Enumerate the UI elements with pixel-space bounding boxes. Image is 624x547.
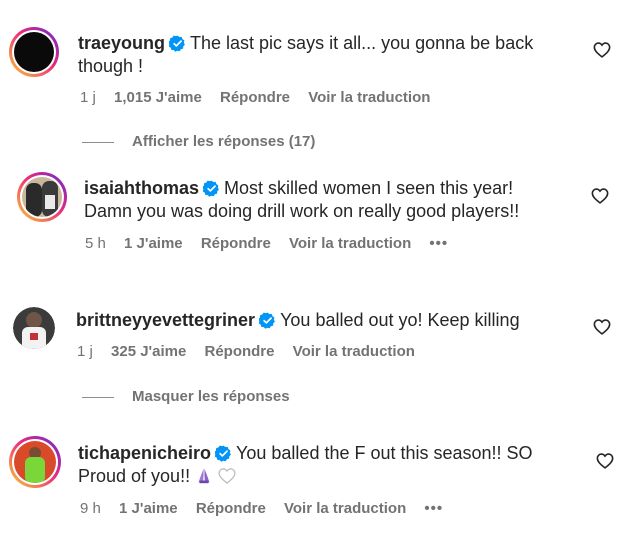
reply-button[interactable]: Répondre [220, 89, 290, 106]
username[interactable]: brittneyyevettegriner [76, 310, 255, 330]
likes-count[interactable]: 325 J'aime [111, 343, 186, 360]
verified-badge-icon [203, 180, 219, 197]
username[interactable]: isaiahthomas [84, 178, 199, 198]
avatar[interactable] [9, 436, 61, 488]
translate-button[interactable]: Voir la traduction [308, 89, 430, 106]
comment-tichapenicheiro: tichapenicheiro You balled the F out this… [0, 430, 624, 547]
heart-outline-icon[interactable] [591, 188, 609, 204]
hide-replies-label[interactable]: Masquer les réponses [132, 388, 290, 405]
comment-meta: 9 h 1 J'aime Répondre Voir la traduction… [80, 500, 457, 517]
timestamp: 5 h [85, 235, 106, 252]
verified-badge-icon [259, 312, 275, 329]
comment-meta: 1 j 1,015 J'aime Répondre Voir la traduc… [80, 89, 444, 106]
more-options-button[interactable]: ••• [429, 235, 448, 252]
heart-outline-icon[interactable] [593, 319, 611, 335]
divider-line [82, 141, 114, 143]
username[interactable]: traeyoung [78, 33, 165, 53]
comment-isaiahthomas: isaiahthomas Most skilled women I seen th… [0, 160, 624, 280]
show-replies-button[interactable]: Afficher les réponses (17) [82, 133, 315, 150]
reply-button[interactable]: Répondre [201, 235, 271, 252]
verified-badge-icon [169, 35, 185, 52]
timestamp: 9 h [80, 500, 101, 517]
comment-meta: 5 h 1 J'aime Répondre Voir la traduction… [85, 235, 462, 252]
avatar[interactable] [17, 172, 67, 222]
translate-button[interactable]: Voir la traduction [284, 500, 406, 517]
reply-button[interactable]: Répondre [204, 343, 274, 360]
comment-text: You balled out yo! Keep killing [280, 310, 520, 330]
heart-outline-icon[interactable] [593, 42, 611, 58]
avatar[interactable] [9, 27, 59, 77]
likes-count[interactable]: 1,015 J'aime [114, 89, 202, 106]
reply-button[interactable]: Répondre [196, 500, 266, 517]
comment-body: isaiahthomas Most skilled women I seen th… [84, 177, 559, 223]
comment-body: brittneyyevettegriner You balled out yo! … [76, 309, 576, 332]
verified-badge-icon [215, 445, 231, 462]
translate-button[interactable]: Voir la traduction [293, 343, 415, 360]
white-heart-emoji-icon [218, 468, 236, 484]
username[interactable]: tichapenicheiro [78, 443, 211, 463]
comment-traeyoung: traeyoung The last pic says it all... you… [0, 0, 624, 120]
comment-meta: 1 j 325 J'aime Répondre Voir la traducti… [77, 343, 429, 360]
avatar[interactable] [13, 307, 55, 349]
show-replies-label[interactable]: Afficher les réponses (17) [132, 133, 315, 150]
comment-body: traeyoung The last pic says it all... you… [78, 32, 538, 78]
timestamp: 1 j [80, 89, 96, 106]
more-options-button[interactable]: ••• [424, 500, 443, 517]
comment-body: tichapenicheiro You balled the F out this… [78, 442, 578, 488]
likes-count[interactable]: 1 J'aime [124, 235, 183, 252]
heart-outline-icon[interactable] [596, 453, 614, 469]
timestamp: 1 j [77, 343, 93, 360]
likes-count[interactable]: 1 J'aime [119, 500, 178, 517]
pray-emoji-icon [198, 468, 210, 484]
comment-brittneyyevettegriner: brittneyyevettegriner You balled out yo! … [0, 300, 624, 380]
hide-replies-button[interactable]: Masquer les réponses [82, 388, 290, 405]
divider-line [82, 396, 114, 398]
translate-button[interactable]: Voir la traduction [289, 235, 411, 252]
